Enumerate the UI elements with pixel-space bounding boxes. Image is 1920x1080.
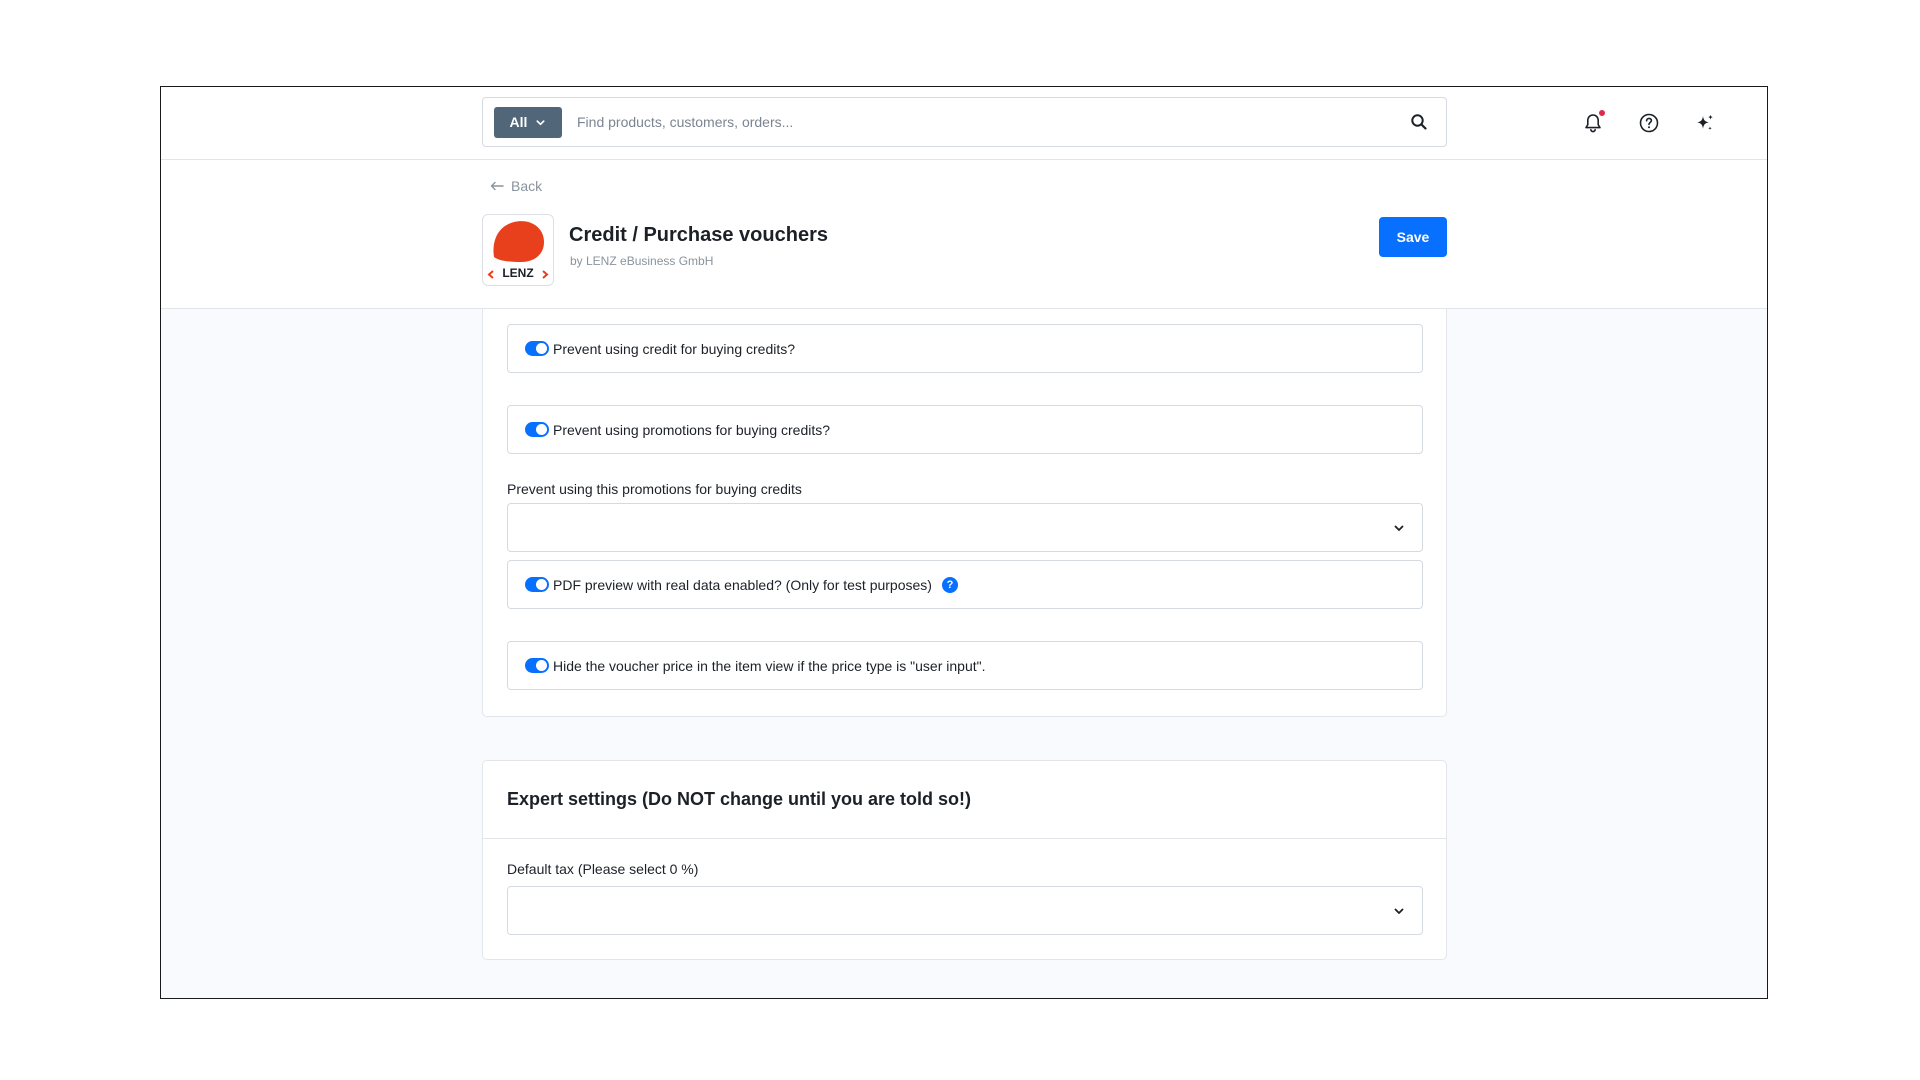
top-bar: All [161,87,1767,160]
search-button[interactable] [1406,109,1432,135]
question-circle-icon [1639,113,1659,133]
lenz-logo: LENZ [487,221,549,280]
setting-hide-voucher-price: Hide the voucher price in the item view … [507,641,1423,690]
app-logo: LENZ [482,214,554,286]
search-scope-dropdown[interactable]: All [494,106,562,138]
default-tax-label: Default tax (Please select 0 %) [507,861,699,877]
default-tax-select[interactable] [507,886,1423,935]
page-header: Back LENZ Credit / Purchase vouchers by … [161,160,1767,309]
chevron-down-icon [1394,525,1404,531]
expert-settings-card: Expert settings (Do NOT change until you… [482,760,1447,960]
setting-label: Prevent using credit for buying credits? [553,340,796,357]
sparkles-icon [1697,114,1713,131]
app-vendor: by LENZ eBusiness GmbH [570,254,714,268]
setting-pdf-preview: PDF preview with real data enabled? (Onl… [507,560,1423,609]
help-button[interactable] [1635,109,1663,137]
global-search: All [482,97,1447,147]
setting-label: Prevent using promotions for buying cred… [553,421,831,438]
toggle-switch[interactable] [525,341,549,356]
settings-card: Prevent using credit for buying credits?… [482,309,1447,717]
app-window: All Find products, customers, orders... … [160,86,1768,999]
toggle-switch[interactable] [525,422,549,437]
search-scope-label: All [509,114,528,130]
setting-prevent-credit: Prevent using credit for buying credits? [507,324,1423,373]
page-title: Credit / Purchase vouchers [569,224,828,246]
setting-label: Hide the voucher price in the item view … [553,657,986,674]
search-input[interactable] [577,98,1406,146]
notification-badge [1599,110,1605,116]
toggle-switch[interactable] [525,658,549,673]
setting-label: PDF preview with real data enabled? (Onl… [553,576,932,593]
setting-prevent-promotions: Prevent using promotions for buying cred… [507,405,1423,454]
help-tooltip-icon[interactable]: ? [941,576,958,593]
ai-assistant-button[interactable] [1691,109,1719,137]
notifications-button[interactable] [1579,109,1607,137]
back-link[interactable]: Back [490,178,542,194]
search-icon [1411,114,1427,130]
logo-text: LENZ [502,266,533,280]
promotions-select-label: Prevent using this promotions for buying… [507,481,802,497]
back-label: Back [511,178,543,194]
save-button[interactable]: Save [1379,217,1447,257]
toggle-switch[interactable] [525,577,549,592]
chevron-down-icon [536,119,545,125]
chevron-down-icon [1394,908,1404,914]
arrow-left-icon [490,181,504,191]
expert-settings-title: Expert settings (Do NOT change until you… [483,761,1446,839]
promotions-select[interactable] [507,503,1423,552]
